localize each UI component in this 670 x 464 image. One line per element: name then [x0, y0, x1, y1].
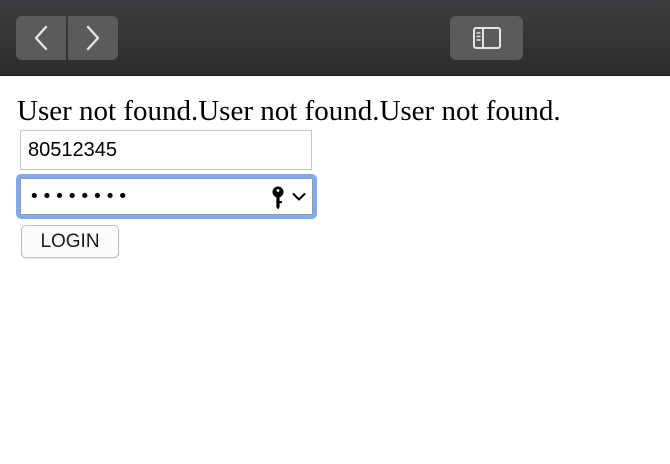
login-button[interactable]: LOGIN — [21, 225, 119, 258]
back-button[interactable] — [16, 16, 66, 60]
username-input[interactable]: 80512345 — [20, 130, 312, 170]
forward-button[interactable] — [68, 16, 118, 60]
sidebar-icon — [472, 27, 501, 49]
key-icon[interactable] — [271, 186, 285, 210]
browser-toolbar — [0, 0, 670, 76]
username-value: 80512345 — [28, 138, 117, 161]
chevron-left-icon — [34, 25, 48, 51]
password-mask: •••••••• — [29, 186, 130, 207]
chevron-down-icon[interactable] — [292, 192, 306, 202]
page-content: User not found.User not found.User not f… — [0, 76, 670, 464]
chevron-right-icon — [86, 25, 100, 51]
password-field-focus-ring: •••••••• — [16, 174, 317, 219]
error-message: User not found.User not found.User not f… — [17, 95, 561, 127]
sidebar-toggle-button[interactable] — [450, 16, 523, 60]
password-input[interactable]: •••••••• — [20, 178, 313, 215]
